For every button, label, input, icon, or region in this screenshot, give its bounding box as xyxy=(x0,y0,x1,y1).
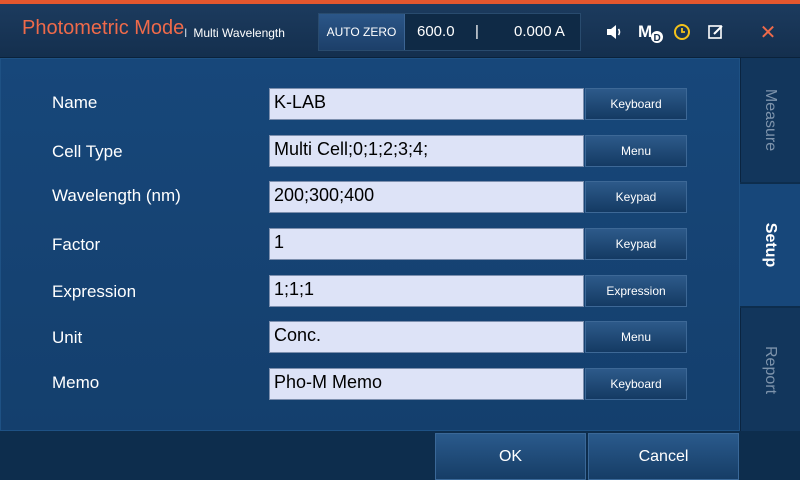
cell-type-field[interactable]: Multi Cell;0;1;2;3;4; xyxy=(269,135,584,167)
unit-menu-button[interactable]: Menu xyxy=(585,321,687,353)
mode-title: Photometric Mode xyxy=(22,17,185,39)
expression-button[interactable]: Expression xyxy=(585,275,687,307)
tab-report[interactable]: Report xyxy=(740,308,800,431)
expression-field[interactable]: 1;1;1 xyxy=(269,275,584,307)
wavelength-field[interactable]: 200;300;400 xyxy=(269,181,584,213)
speaker-icon[interactable] xyxy=(605,22,625,42)
cell-type-menu-button[interactable]: Menu xyxy=(585,135,687,167)
tab-measure-label: Measure xyxy=(762,88,780,152)
name-label: Name xyxy=(52,93,98,112)
memo-field[interactable]: Pho-M Memo xyxy=(269,368,584,400)
unit-field[interactable]: Conc. xyxy=(269,321,584,353)
clock-icon[interactable] xyxy=(672,22,692,42)
wavelength-label: Wavelength (nm) xyxy=(52,186,181,205)
tab-setup[interactable]: Setup xyxy=(740,184,800,306)
method-badge-sub: D xyxy=(654,33,661,44)
cell-type-label: Cell Type xyxy=(52,142,123,161)
memo-label: Memo xyxy=(52,373,100,392)
tab-setup-label: Setup xyxy=(761,222,779,268)
factor-keypad-button[interactable]: Keypad xyxy=(585,228,687,260)
edit-icon[interactable] xyxy=(706,22,726,42)
subtitle-text: Multi Wavelength xyxy=(193,26,285,40)
mode-subtitle: I Multi Wavelength xyxy=(184,26,285,40)
method-icon[interactable]: M D xyxy=(637,22,665,44)
unit-label: Unit xyxy=(52,328,83,347)
name-field[interactable]: K-LAB xyxy=(269,88,584,120)
cancel-button[interactable]: Cancel xyxy=(588,433,739,480)
method-badge-letter: M xyxy=(638,22,652,41)
auto-zero-button[interactable]: AUTO ZERO xyxy=(319,14,405,50)
factor-label: Factor xyxy=(52,235,101,254)
close-icon[interactable]: ✕ xyxy=(758,22,778,44)
tab-measure[interactable]: Measure xyxy=(740,58,800,182)
wavelength-keypad-button[interactable]: Keypad xyxy=(585,181,687,213)
status-readout-group: AUTO ZERO 600.0 | 0.000 A xyxy=(318,13,581,51)
absorbance-readout: 0.000 A xyxy=(514,23,565,40)
memo-keyboard-button[interactable]: Keyboard xyxy=(585,368,687,400)
tab-report-label: Report xyxy=(762,345,780,394)
subtitle-separator: I xyxy=(184,26,188,40)
ok-button[interactable]: OK xyxy=(435,433,586,480)
readout-separator: | xyxy=(475,23,479,40)
expression-label: Expression xyxy=(52,282,137,301)
wavelength-readout: 600.0 xyxy=(417,23,455,40)
header-bar: Photometric Mode I Multi Wavelength AUTO … xyxy=(0,4,800,58)
factor-field[interactable]: 1 xyxy=(269,228,584,260)
name-keyboard-button[interactable]: Keyboard xyxy=(585,88,687,120)
